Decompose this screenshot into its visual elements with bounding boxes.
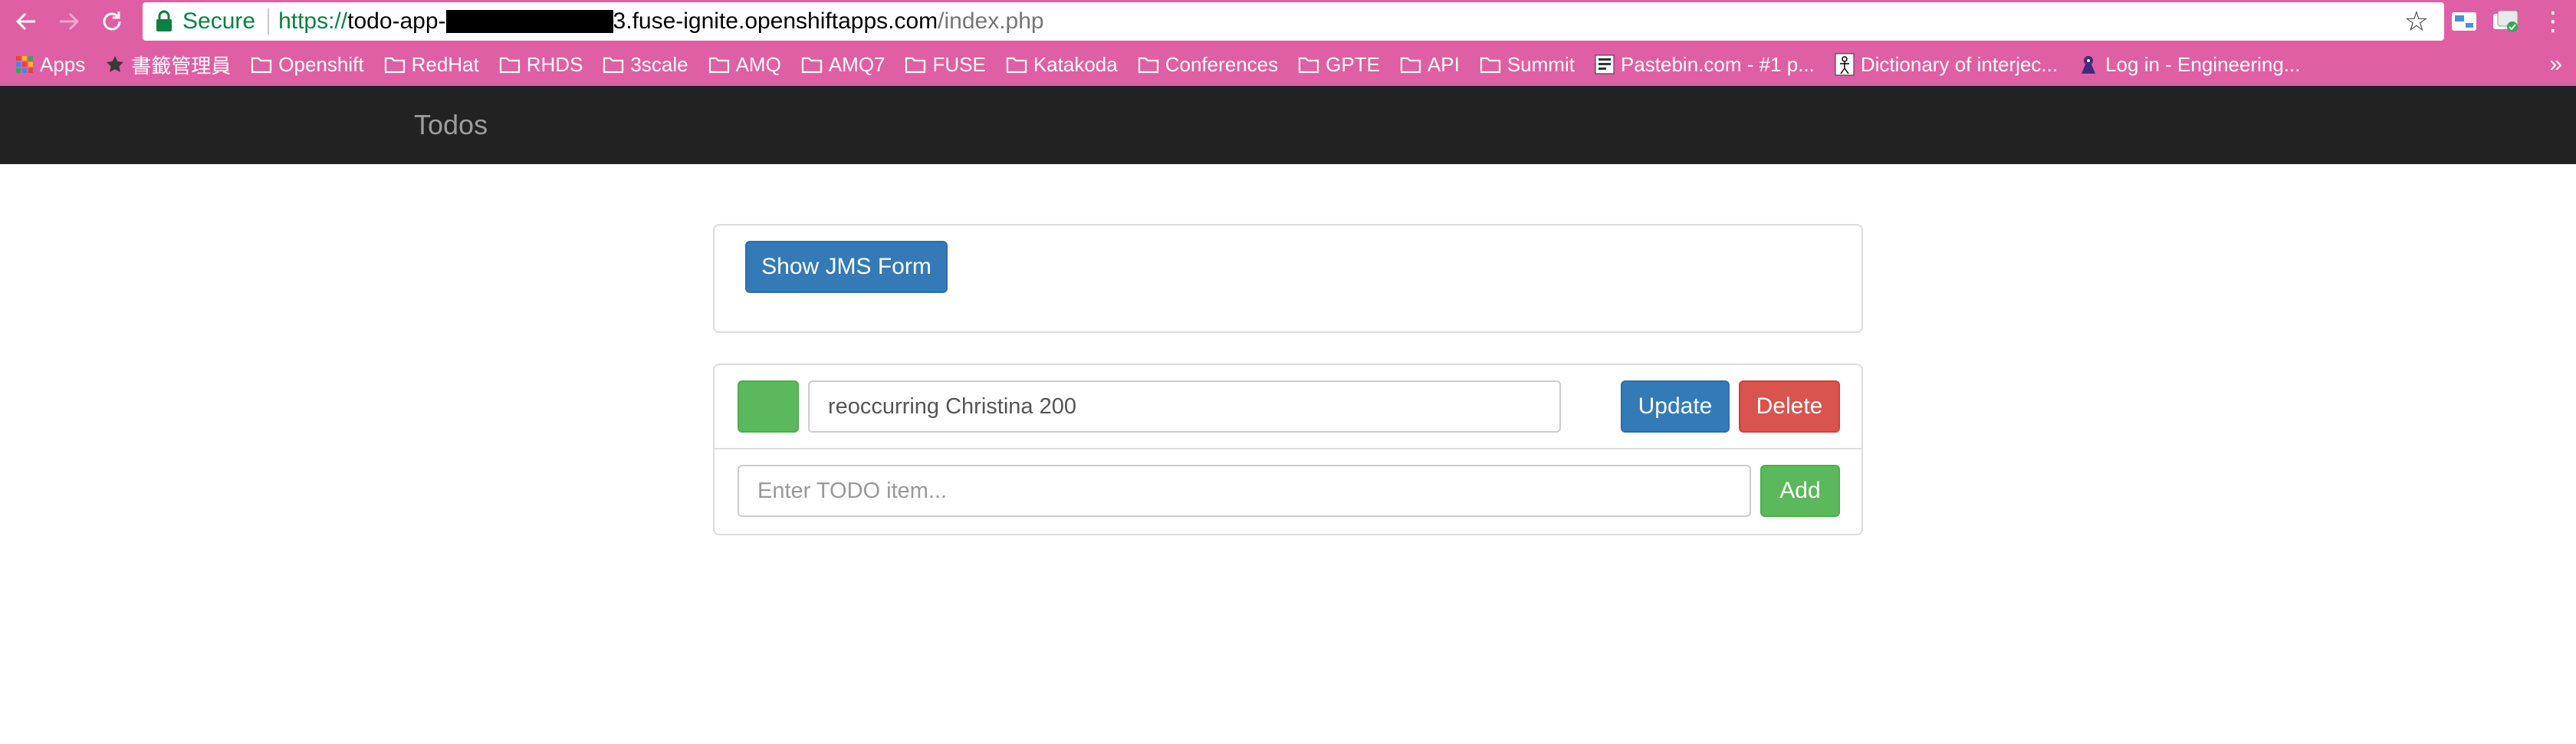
browser-toolbar: Secure https:// todo-app- 3.fuse-ignite.… — [0, 0, 2576, 43]
folder-icon — [1480, 55, 1501, 74]
bookmark-item[interactable]: AMQ — [708, 53, 781, 77]
apps-grid-icon — [15, 55, 34, 74]
folder-icon — [1400, 55, 1421, 74]
folder-icon — [499, 55, 521, 74]
bookmark-label: Openshift — [278, 52, 364, 76]
delete-button[interactable]: Delete — [1739, 380, 1840, 433]
bookmark-item[interactable]: Summit — [1480, 53, 1575, 77]
bookmark-label: Katakoda — [1033, 52, 1118, 76]
back-button[interactable] — [5, 0, 48, 43]
bookmark-label: RHDS — [526, 52, 583, 76]
bookmark-item[interactable]: Katakoda — [1006, 53, 1118, 77]
back-arrow-icon — [15, 12, 35, 31]
folder-icon — [1298, 55, 1319, 74]
url-scheme: https:// — [278, 8, 348, 34]
url-host-prefix: todo-app- — [347, 8, 446, 34]
bookmark-item[interactable]: RedHat — [384, 53, 479, 77]
bookmark-item[interactable]: AMQ7 — [801, 52, 886, 77]
browser-menu-icon[interactable]: ⋮ — [2538, 3, 2568, 40]
bookmark-label: API — [1427, 52, 1460, 76]
bookmark-label: AMQ7 — [828, 52, 886, 76]
new-todo-input[interactable] — [738, 465, 1751, 517]
navbar-brand[interactable]: Todos — [414, 86, 488, 164]
todo-item-text-input[interactable] — [808, 380, 1561, 433]
bookmark-item[interactable]: GPTE — [1298, 53, 1380, 77]
bookmark-item[interactable]: Pastebin.com - #1 p... — [1595, 53, 1815, 77]
jms-panel: Show JMS Form — [713, 224, 1863, 333]
app-navbar: Todos — [0, 86, 2576, 164]
bookmark-item[interactable]: FUSE — [905, 52, 986, 77]
bookmark-label: Apps — [40, 52, 86, 76]
bookmark-label: Log in - Engineering... — [2105, 52, 2301, 76]
pastebin-icon — [1595, 54, 1615, 74]
folder-icon — [603, 55, 624, 74]
add-button[interactable]: Add — [1760, 465, 1840, 517]
star-icon — [105, 54, 125, 74]
todo-panel: Update Delete Add — [713, 364, 1863, 535]
bookmark-label: Pastebin.com - #1 p... — [1620, 52, 1815, 76]
bookmarks-overflow-icon[interactable]: » — [2549, 43, 2562, 86]
folder-icon — [708, 55, 730, 74]
lock-icon — [156, 10, 172, 31]
bookmark-item[interactable]: Openshift — [251, 52, 364, 77]
bookmark-item[interactable]: Conferences — [1138, 53, 1278, 77]
reload-icon — [103, 12, 121, 31]
engineering-icon — [2078, 54, 2099, 75]
bookmark-label: RedHat — [411, 52, 479, 76]
reload-button[interactable] — [90, 0, 133, 43]
extension-check-icon[interactable] — [2492, 9, 2519, 34]
bookmark-item[interactable]: API — [1400, 53, 1460, 77]
omnibox-divider — [268, 8, 270, 35]
bookmark-item[interactable]: 3scale — [603, 53, 688, 77]
bookmark-label: Conferences — [1165, 52, 1279, 76]
secure-label: Secure — [182, 8, 256, 34]
bookmark-label: FUSE — [932, 52, 986, 76]
bookmark-label: Summit — [1506, 52, 1575, 76]
bookmark-star-icon[interactable]: ☆ — [2404, 8, 2429, 35]
show-jms-form-button[interactable]: Show JMS Form — [745, 241, 948, 293]
address-bar[interactable]: Secure https:// todo-app- 3.fuse-ignite.… — [143, 2, 2444, 41]
todo-status-toggle[interactable] — [738, 380, 799, 433]
bookmark-item[interactable]: Log in - Engineering... — [2078, 53, 2300, 77]
row-divider — [715, 448, 1861, 449]
dictionary-icon — [1835, 53, 1855, 76]
forward-button[interactable] — [48, 0, 90, 43]
url-path: /index.php — [938, 8, 1044, 34]
folder-icon — [251, 55, 272, 74]
bookmark-item[interactable]: 書籤管理員 — [105, 51, 231, 79]
folder-icon — [801, 55, 823, 74]
bookmark-label: 3scale — [630, 52, 688, 76]
url-redaction — [445, 10, 613, 33]
bookmark-item[interactable]: RHDS — [499, 53, 583, 77]
extension-icon[interactable] — [2450, 9, 2478, 34]
update-button[interactable]: Update — [1621, 380, 1730, 433]
bookmark-item[interactable]: Apps — [15, 53, 85, 77]
bookmark-label: AMQ — [735, 52, 781, 76]
bookmark-item[interactable]: Dictionary of interjec... — [1835, 53, 2058, 77]
folder-icon — [1006, 55, 1027, 74]
bookmark-label: 書籤管理員 — [131, 54, 232, 77]
bookmark-label: GPTE — [1326, 52, 1380, 76]
folder-icon — [1138, 55, 1159, 74]
forward-arrow-icon — [60, 12, 80, 31]
folder-icon — [384, 55, 406, 74]
folder-icon — [905, 55, 926, 74]
bookmarks-bar: Apps 書籤管理員 Openshift RedHat RHDS 3scale AMQ AMQ… — [0, 43, 2576, 86]
bookmark-label: Dictionary of interjec... — [1860, 52, 2058, 76]
url-host-suffix: 3.fuse-ignite.openshiftapps.com — [613, 8, 938, 34]
